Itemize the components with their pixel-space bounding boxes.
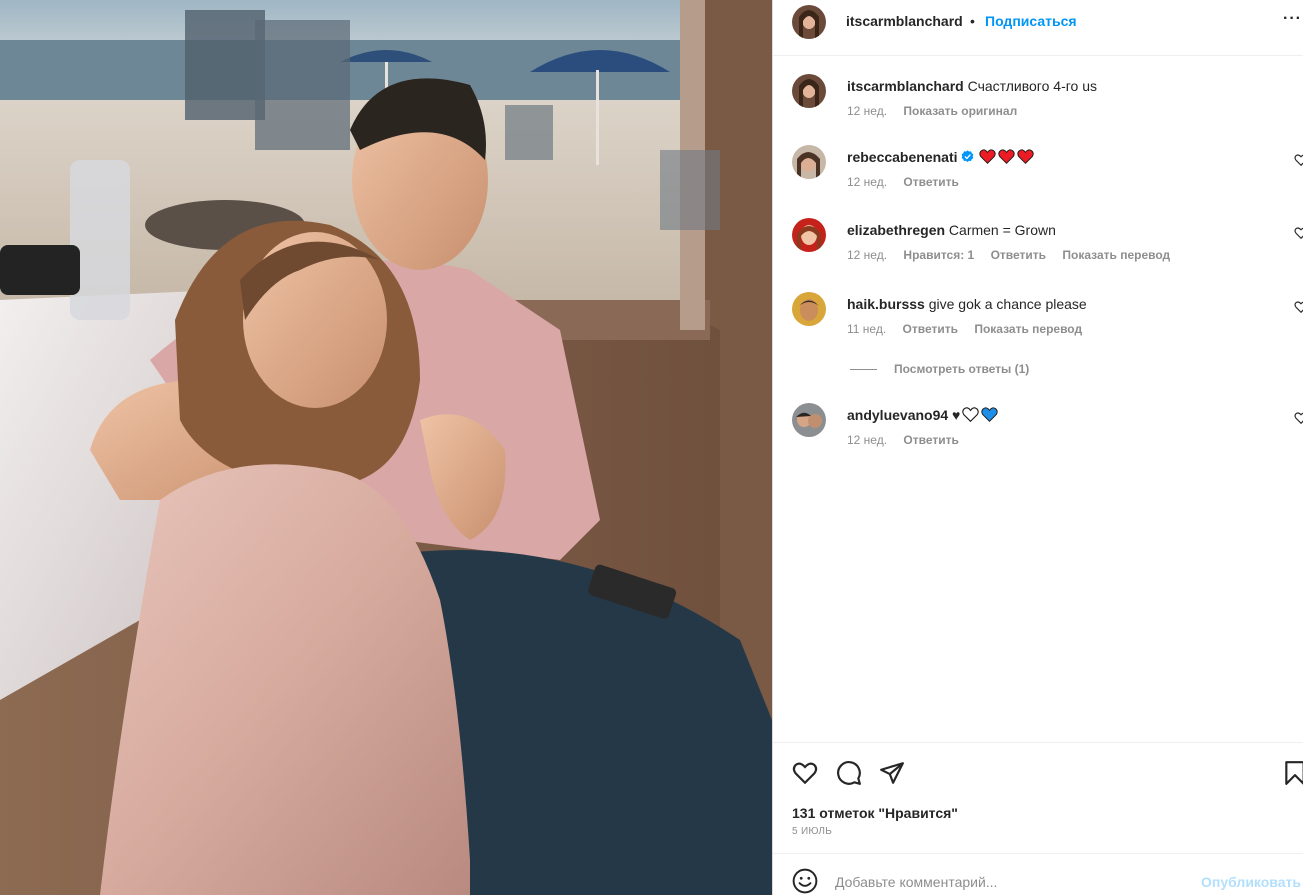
comment-time[interactable]: 12 нед. — [847, 175, 887, 189]
comment-meta: 12 нед. Ответить — [847, 433, 972, 447]
comment-icon[interactable] — [836, 760, 862, 786]
like-comment-icon[interactable] — [1294, 153, 1303, 167]
red-heart-icon — [979, 149, 997, 164]
reply-button[interactable]: Ответить — [903, 175, 958, 189]
comment-meta: 12 нед. Нравится: 1 Ответить Показать пе… — [847, 248, 1183, 262]
post-details-panel: itscarmblanchard • Подписаться ··· itsca… — [772, 0, 1303, 895]
like-comment-icon[interactable] — [1294, 300, 1303, 314]
red-heart-icon — [998, 149, 1016, 164]
post-actions-bar: 131 отметок "Нравится" 5 ИЮЛЬ — [773, 742, 1303, 852]
author-avatar[interactable] — [792, 5, 826, 39]
more-options-icon[interactable]: ··· — [1283, 10, 1302, 28]
commenter-avatar[interactable] — [792, 218, 826, 252]
comment-text: ♥ — [952, 407, 961, 423]
comment-text: give gok a chance please — [928, 296, 1087, 312]
caption-text: Счастливого 4-го us — [967, 78, 1097, 94]
caption-avatar[interactable] — [792, 74, 826, 108]
like-comment-icon[interactable] — [1294, 226, 1303, 240]
save-bookmark-icon[interactable] — [1282, 760, 1303, 786]
show-translation-button[interactable]: Показать перевод — [1062, 248, 1170, 262]
view-replies-label: Посмотреть ответы (1) — [894, 362, 1030, 376]
reply-button[interactable]: Ответить — [903, 322, 958, 336]
comment-input[interactable] — [835, 871, 1195, 893]
caption-line: itscarmblanchard Счастливого 4-го us — [847, 78, 1097, 94]
show-original-button[interactable]: Показать оригинал — [903, 104, 1017, 118]
show-translation-button[interactable]: Показать перевод — [974, 322, 1082, 336]
replies-divider — [850, 369, 877, 371]
like-comment-icon[interactable] — [1294, 411, 1303, 425]
separator-dot: • — [970, 13, 975, 29]
caption-meta: 12 нед. Показать оригинал — [847, 104, 1030, 118]
comment-text: Carmen = Grown — [948, 222, 1056, 238]
commenter-avatar[interactable] — [792, 145, 826, 179]
comment-username[interactable]: elizabethregen — [847, 222, 945, 238]
comment-line: rebeccabenenati — [847, 149, 1035, 165]
comment-time[interactable]: 12 нед. — [847, 248, 887, 262]
add-comment-bar: Опубликовать — [773, 853, 1303, 895]
blue-heart-icon — [981, 407, 999, 422]
post-header: itscarmblanchard • Подписаться ··· — [773, 0, 1303, 56]
likes-count-button[interactable]: Нравится: 1 — [903, 248, 974, 262]
commenter-avatar[interactable] — [792, 292, 826, 326]
comment-item: andyluevano94 ♥ 12 нед. Ответить — [773, 403, 1303, 463]
post-photo — [0, 0, 772, 895]
verified-badge-icon — [961, 150, 973, 163]
caption-username[interactable]: itscarmblanchard — [847, 78, 964, 94]
like-icon[interactable] — [792, 760, 818, 786]
post-image — [0, 0, 772, 895]
reply-button[interactable]: Ответить — [903, 433, 958, 447]
publish-button[interactable]: Опубликовать — [1201, 874, 1301, 890]
comment-username[interactable]: rebeccabenenati — [847, 149, 958, 165]
comment-username[interactable]: andyluevano94 — [847, 407, 948, 423]
comment-line: haik.bursss give gok a chance please — [847, 296, 1087, 312]
white-heart-icon — [962, 407, 980, 422]
post-date[interactable]: 5 ИЮЛЬ — [792, 826, 832, 837]
likes-count[interactable]: 131 отметок "Нравится" — [792, 805, 958, 821]
comment-line: elizabethregen Carmen = Grown — [847, 222, 1056, 238]
caption-time[interactable]: 12 нед. — [847, 104, 887, 118]
commenter-avatar[interactable] — [792, 403, 826, 437]
share-icon[interactable] — [879, 760, 905, 786]
comment-item: rebeccabenenati 12 нед. Ответить — [773, 145, 1303, 205]
red-heart-icon — [1017, 149, 1035, 164]
emoji-picker-icon[interactable] — [792, 868, 818, 894]
comment-time[interactable]: 11 нед. — [847, 322, 886, 336]
follow-button[interactable]: Подписаться — [985, 13, 1077, 29]
reply-button[interactable]: Ответить — [991, 248, 1046, 262]
caption: itscarmblanchard Счастливого 4-го us 12 … — [773, 74, 1303, 134]
comment-time[interactable]: 12 нед. — [847, 433, 887, 447]
comment-username[interactable]: haik.bursss — [847, 296, 925, 312]
comment-item: elizabethregen Carmen = Grown 12 нед. Нр… — [773, 218, 1303, 278]
comment-item: haik.bursss give gok a chance please 11 … — [773, 292, 1303, 352]
comment-meta: 12 нед. Ответить — [847, 175, 972, 189]
view-replies-button[interactable]: Посмотреть ответы (1) — [850, 362, 1029, 376]
comment-meta: 11 нед. Ответить Показать перевод — [847, 322, 1095, 336]
author-username[interactable]: itscarmblanchard — [846, 13, 963, 29]
comment-line: andyluevano94 ♥ — [847, 407, 999, 423]
